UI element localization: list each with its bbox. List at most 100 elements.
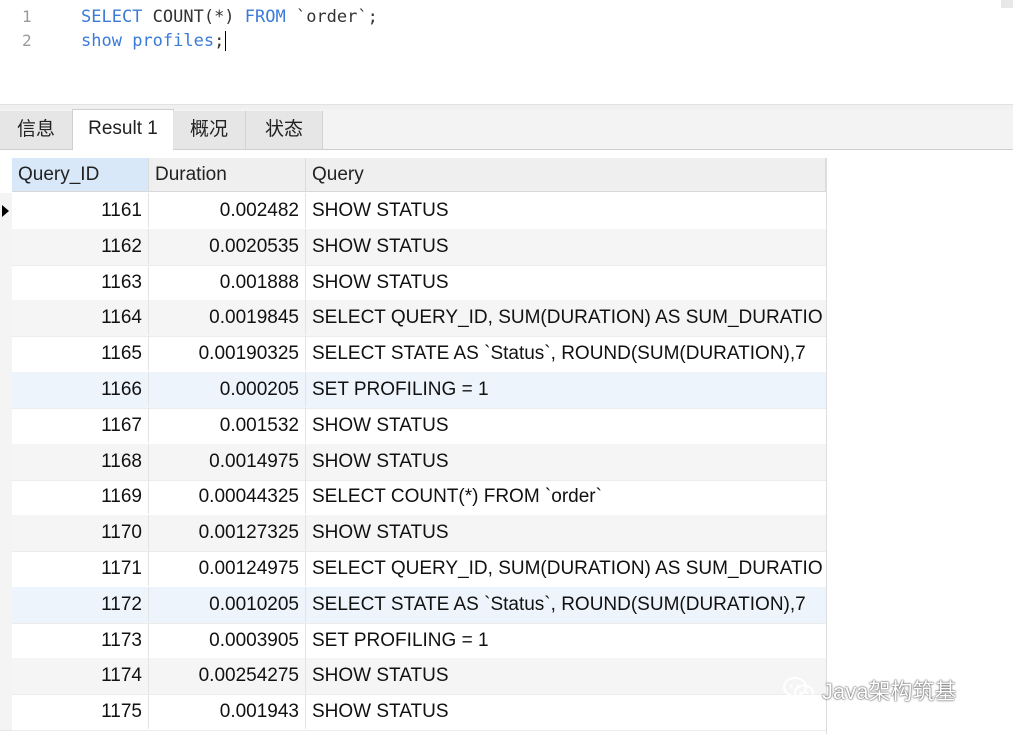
cell-duration[interactable]: 0.001532	[149, 407, 306, 443]
table-row[interactable]: 1165 0.00190325 SELECT STATE AS `Status`, …	[12, 336, 826, 374]
editor-scrollbar[interactable]	[1001, 0, 1013, 8]
cell-duration[interactable]: 0.00124975	[149, 551, 306, 586]
cell-query[interactable]: SHOW STATUS	[306, 694, 826, 729]
current-row-arrow-icon	[2, 205, 9, 217]
watermark-text: Java架构筑基	[822, 679, 957, 704]
row-indicator[interactable]	[0, 658, 12, 696]
column-header-duration[interactable]: Duration	[149, 158, 306, 192]
table-row[interactable]: 1168 0.0014975 SHOW STATUS	[12, 443, 826, 481]
cell-query-id[interactable]: 1175	[12, 694, 149, 730]
cell-duration[interactable]: 0.0010205	[149, 586, 306, 622]
table-row[interactable]: 1170 0.00127325 SHOW STATUS	[12, 515, 826, 553]
cell-query[interactable]: SET PROFILING = 1	[306, 372, 826, 407]
cell-duration[interactable]: 0.000205	[149, 372, 306, 407]
line-number: 1	[22, 7, 32, 26]
cell-query-id[interactable]: 1169	[12, 479, 149, 515]
cell-duration[interactable]: 0.00190325	[149, 336, 306, 372]
sql-keyword: SELECT	[81, 7, 143, 27]
row-indicator[interactable]	[0, 228, 12, 266]
cell-query-id[interactable]: 1173	[12, 622, 149, 658]
cell-duration[interactable]: 0.0003905	[149, 622, 306, 658]
cell-query[interactable]: SELECT STATE AS `Status`, ROUND(SUM(DURA…	[306, 336, 826, 371]
row-indicator[interactable]	[0, 336, 12, 374]
wechat-icon	[783, 677, 814, 702]
cell-query-id[interactable]: 1162	[12, 228, 149, 264]
cell-duration[interactable]: 0.00127325	[149, 515, 306, 551]
row-indicator[interactable]	[0, 515, 12, 553]
table-row[interactable]: 1162 0.0020535 SHOW STATUS	[12, 228, 826, 266]
cell-query[interactable]: SELECT COUNT(*) FROM `order`	[306, 479, 826, 514]
cell-query[interactable]: SELECT QUERY_ID, SUM(DURATION) AS SUM_DU…	[306, 551, 826, 586]
tab-status[interactable]: 状态	[246, 111, 323, 149]
table-row[interactable]: 1169 0.00044325 SELECT COUNT(*) FROM `orde…	[12, 479, 826, 517]
watermark: Java架构筑基	[782, 672, 956, 708]
sql-editor[interactable]: 1 SELECT COUNT(*) FROM `order`; 2 show prof…	[0, 0, 1013, 104]
cell-duration[interactable]: 0.001888	[149, 264, 306, 300]
cell-duration[interactable]: 0.002482	[149, 193, 306, 228]
tab-info[interactable]: 信息	[0, 111, 73, 149]
table-row[interactable]: 1175 0.001943 SHOW STATUS	[12, 694, 826, 732]
table-row[interactable]: 1167 0.001532 SHOW STATUS	[12, 407, 826, 445]
code-text[interactable]: show profiles;	[81, 29, 227, 53]
cell-query-id[interactable]: 1166	[12, 372, 149, 407]
cell-query[interactable]: SELECT STATE AS `Status`, ROUND(SUM(DURA…	[306, 587, 826, 622]
row-indicator[interactable]	[0, 694, 12, 732]
tab-profile[interactable]: 概况	[173, 111, 246, 149]
tab-result-1[interactable]: Result 1	[72, 109, 174, 151]
cell-query-id[interactable]: 1165	[12, 336, 149, 372]
sql-keyword: profiles	[132, 31, 215, 51]
row-indicator[interactable]	[0, 479, 12, 517]
sql-text: COUNT(*)	[142, 7, 245, 27]
column-header-query-id[interactable]: Query_ID	[12, 158, 149, 192]
text-cursor	[225, 31, 227, 51]
cell-query[interactable]: SHOW STATUS	[306, 658, 826, 693]
table-row[interactable]: 1163 0.001888 SHOW STATUS	[12, 264, 826, 302]
result-grid[interactable]: Query_ID Duration Query 1161 0.002482 SHOW…	[0, 150, 1013, 734]
cell-query[interactable]: SHOW STATUS	[306, 229, 826, 264]
line-number: 2	[22, 31, 32, 50]
table-row[interactable]: 1161 0.002482 SHOW STATUS	[12, 193, 826, 230]
cell-duration[interactable]: 0.00044325	[149, 479, 306, 515]
code-text[interactable]: SELECT COUNT(*) FROM `order`;	[81, 5, 378, 29]
cell-duration[interactable]: 0.001943	[149, 694, 306, 730]
table-row[interactable]: 1174 0.00254275 SHOW STATUS	[12, 658, 826, 696]
cell-query-id[interactable]: 1171	[12, 551, 149, 586]
row-indicator[interactable]	[0, 551, 12, 588]
cell-query-id[interactable]: 1164	[12, 300, 149, 336]
cell-query[interactable]: SHOW STATUS	[306, 515, 826, 550]
cell-query-id[interactable]: 1168	[12, 443, 149, 479]
cell-duration[interactable]: 0.0019845	[149, 300, 306, 336]
row-indicator[interactable]	[0, 622, 12, 660]
row-indicator[interactable]	[0, 372, 12, 409]
row-indicator[interactable]	[0, 264, 12, 302]
row-indicator[interactable]	[0, 586, 12, 624]
cell-duration[interactable]: 0.0020535	[149, 228, 306, 264]
table-row[interactable]: 1164 0.0019845 SELECT QUERY_ID, SUM(DURATI…	[12, 300, 826, 338]
column-header-query[interactable]: Query	[306, 158, 826, 192]
cell-query-id[interactable]: 1161	[12, 193, 149, 228]
cell-query[interactable]: SHOW STATUS	[306, 265, 826, 300]
cell-duration[interactable]: 0.00254275	[149, 658, 306, 694]
cell-query-id[interactable]: 1167	[12, 407, 149, 443]
cell-query[interactable]: SHOW STATUS	[306, 193, 826, 228]
row-indicator[interactable]	[0, 300, 12, 338]
cell-duration[interactable]: 0.0014975	[149, 443, 306, 479]
result-tab-bar: 信息 Result 1 概况 状态	[0, 109, 1013, 151]
table-row[interactable]: 1171 0.00124975 SELECT QUERY_ID, SUM(DURAT…	[12, 551, 826, 588]
cell-query[interactable]: SHOW STATUS	[306, 444, 826, 479]
table-row[interactable]: 1166 0.000205 SET PROFILING = 1	[12, 372, 826, 409]
cell-query-id[interactable]: 1163	[12, 264, 149, 300]
cell-query[interactable]: SELECT QUERY_ID, SUM(DURATION) AS SUM_DU…	[306, 300, 826, 335]
row-indicator[interactable]	[0, 193, 12, 230]
table-row[interactable]: 1173 0.0003905 SET PROFILING = 1	[12, 622, 826, 660]
cell-query-id[interactable]: 1170	[12, 515, 149, 551]
cell-query[interactable]: SHOW STATUS	[306, 408, 826, 443]
table-row[interactable]: 1172 0.0010205 SELECT STATE AS `Status`, R…	[12, 586, 826, 624]
grid-right-border	[826, 158, 827, 734]
cell-query-id[interactable]: 1174	[12, 658, 149, 694]
row-indicator[interactable]	[0, 443, 12, 481]
cell-query-id[interactable]: 1172	[12, 586, 149, 622]
row-indicator[interactable]	[0, 407, 12, 445]
cell-query[interactable]: SET PROFILING = 1	[306, 623, 826, 658]
